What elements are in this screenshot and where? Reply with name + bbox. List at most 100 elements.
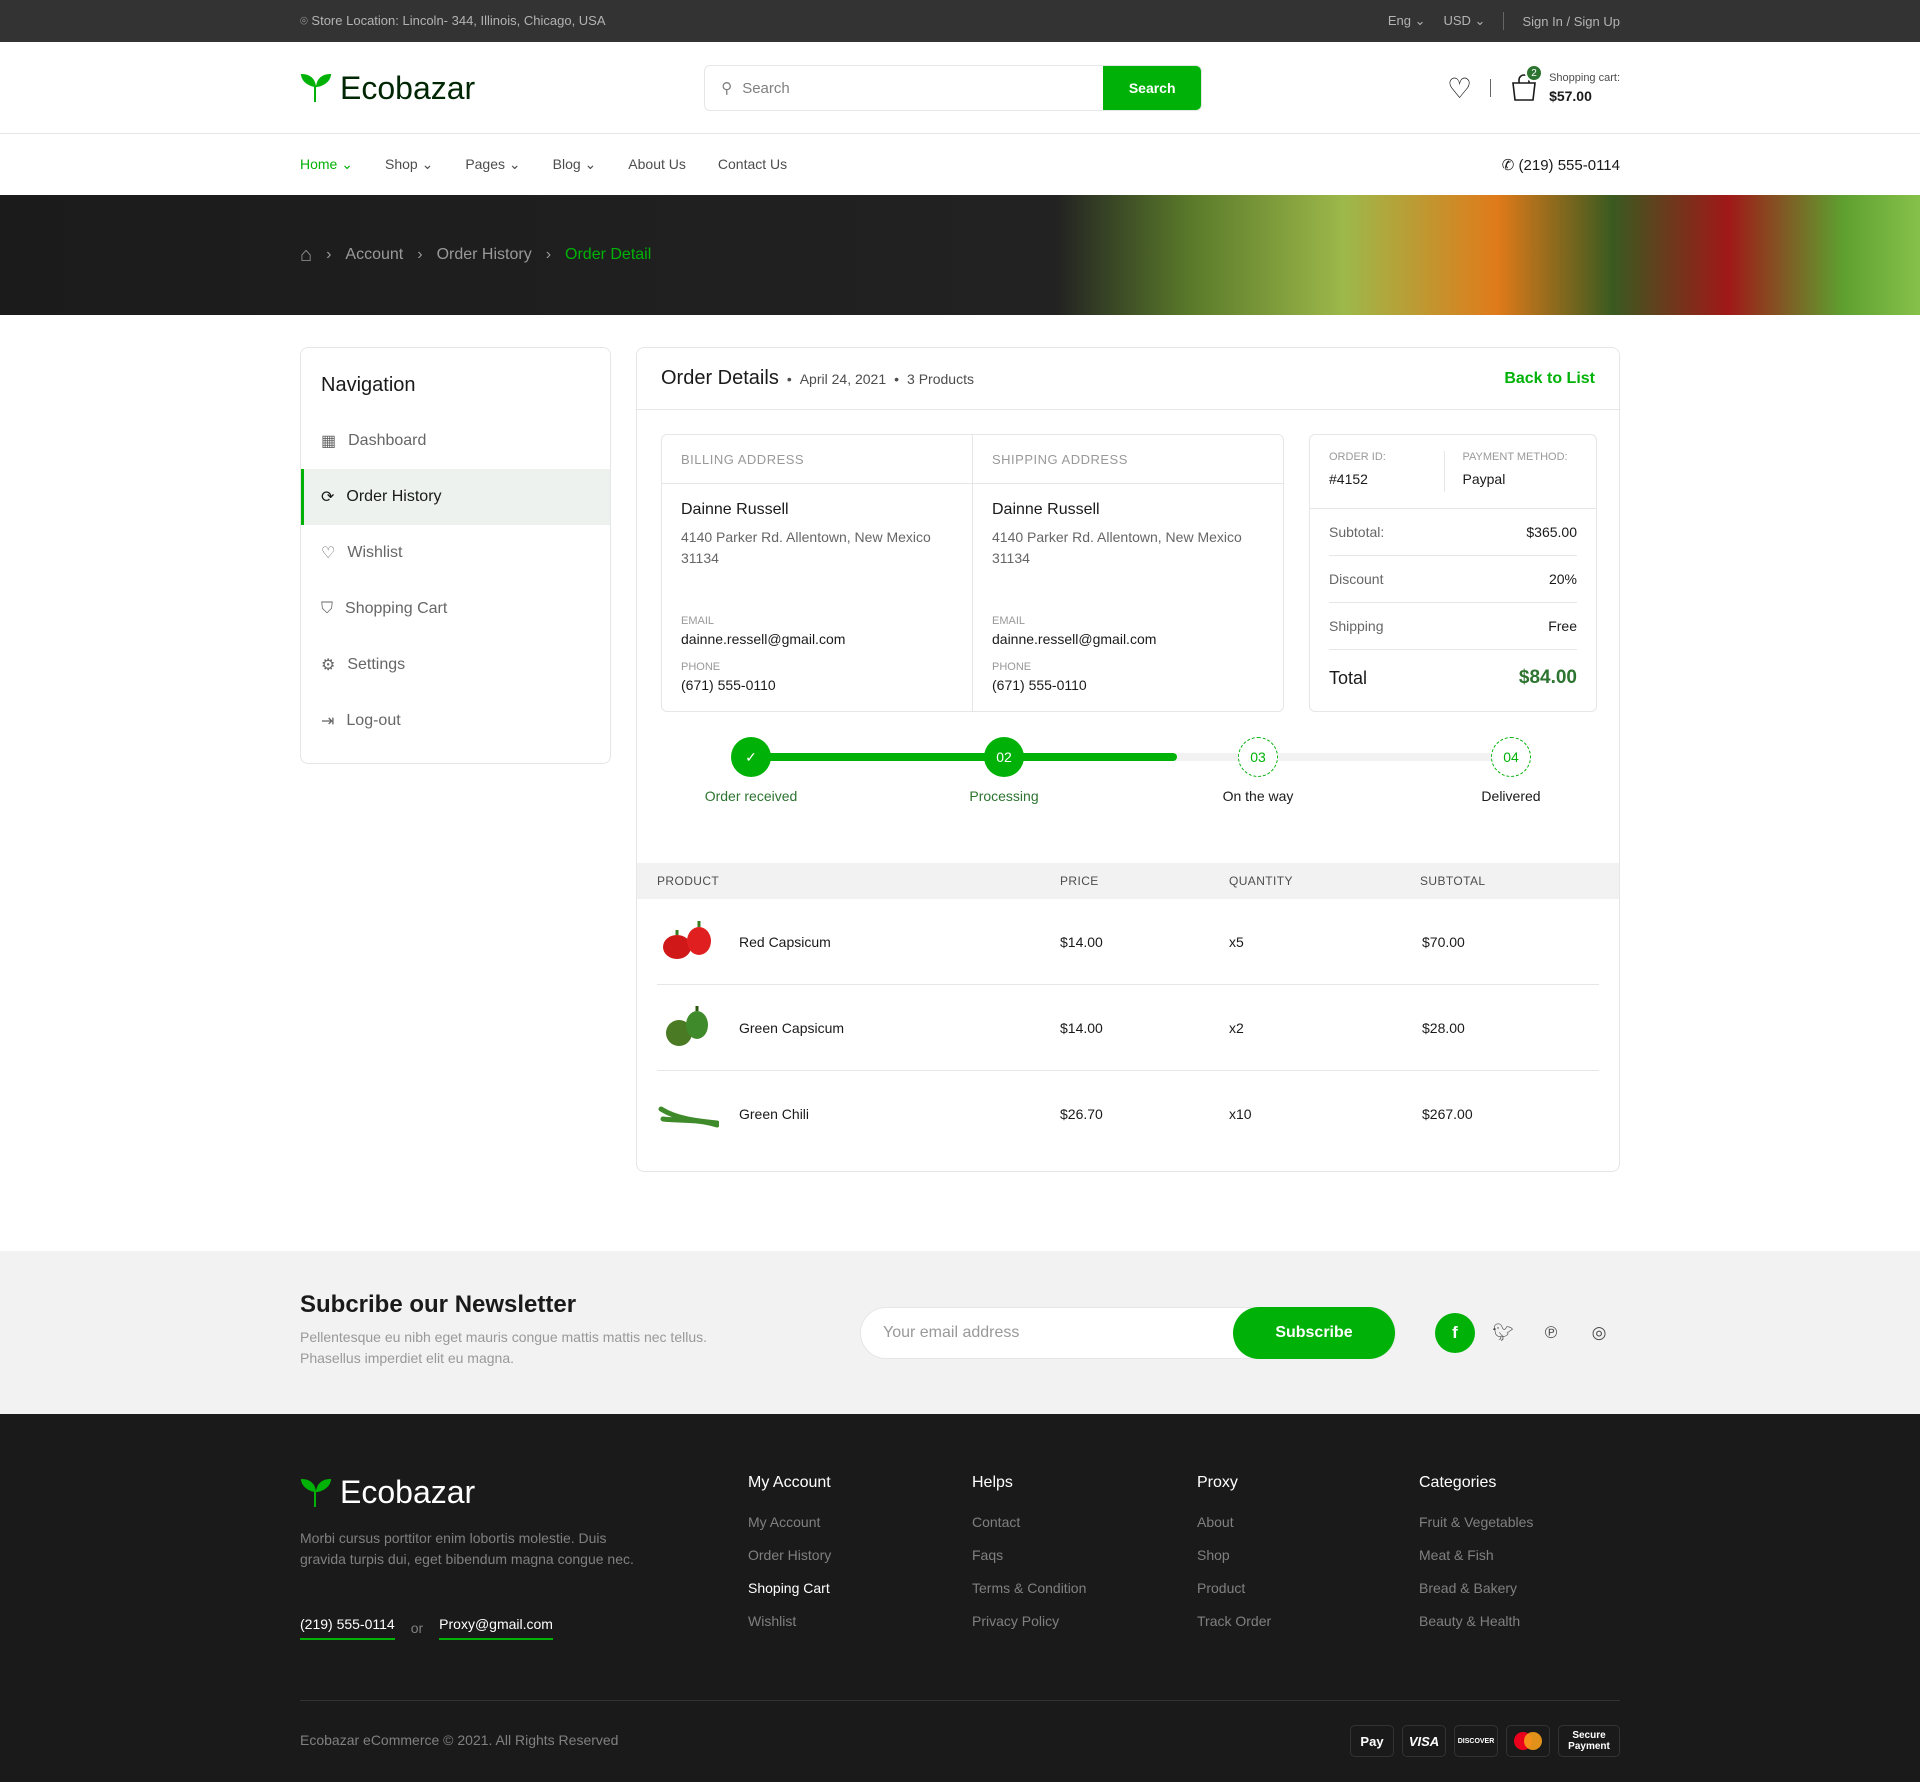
newsletter-section: Subcribe our Newsletter Pellentesque eu … — [0, 1251, 1920, 1414]
order-progress: ✓ Order received 02 Processing 03 On the wa… — [661, 734, 1597, 814]
newsletter-email-input[interactable]: Your email address Subscribe — [860, 1307, 1396, 1359]
footer-col-my-account: My Account My Account Order History Shoping… — [748, 1474, 832, 1630]
heart-icon[interactable]: ♡ — [1447, 72, 1472, 105]
progress-track — [751, 753, 1511, 761]
chevron-right-icon: › — [545, 246, 552, 263]
footer-link[interactable]: Beauty & Health — [1419, 1613, 1533, 1630]
nav-phone[interactable]: ✆ (219) 555-0114 — [1502, 156, 1620, 174]
footer-link[interactable]: Track Order — [1197, 1613, 1271, 1630]
chevron-right-icon: › — [326, 246, 332, 263]
order-header: Order Details • April 24, 2021 • 3 Products B… — [637, 348, 1619, 410]
breadcrumb-banner: ⌂ › Account › Order History › Order Detail — [0, 195, 1920, 315]
pinterest-icon[interactable]: ℗ — [1531, 1313, 1571, 1353]
table-row[interactable]: Green Capsicum $14.00 x2 $28.00 — [657, 985, 1599, 1071]
search-icon: ⚲ — [721, 80, 733, 97]
footer: Ecobazar Morbi cursus porttitor enim lob… — [0, 1414, 1920, 1782]
footer-link[interactable]: Contact — [972, 1514, 1086, 1531]
twitter-icon[interactable]: 🐦︎ — [1483, 1313, 1523, 1353]
green-chili-image — [658, 1106, 719, 1128]
footer-link[interactable]: Terms & Condition — [972, 1580, 1086, 1597]
footer-link[interactable]: Meat & Fish — [1419, 1547, 1533, 1564]
visa-icon: VISA — [1402, 1725, 1446, 1757]
apple-pay-icon: Pay — [1350, 1725, 1394, 1757]
check-icon: ✓ — [731, 737, 771, 777]
footer-link[interactable]: Faqs — [972, 1547, 1086, 1564]
subscribe-button[interactable]: Subscribe — [1233, 1307, 1395, 1359]
or-text: or — [410, 1620, 424, 1636]
footer-link[interactable]: Shop — [1197, 1547, 1271, 1564]
refresh-icon: ⟳ — [321, 489, 335, 506]
nav-pages[interactable]: Pages ⌄ — [465, 156, 520, 173]
order-date: April 24, 2021 — [799, 370, 887, 387]
nav-blog[interactable]: Blog ⌄ — [553, 156, 597, 173]
addresses: BILLING ADDRESS Dainne Russell 4140 Parker… — [661, 434, 1284, 712]
order-id: #4152 — [1329, 471, 1368, 487]
table-header: PRODUCT PRICE QUANTITY SUBTOTAL — [637, 863, 1619, 899]
leaf-icon — [300, 73, 332, 102]
total-value: $84.00 — [1518, 667, 1577, 688]
payment-methods: Pay VISA DISCOVER Secure Payment — [1350, 1725, 1620, 1757]
footer-logo[interactable]: Ecobazar — [300, 1474, 475, 1511]
subtotal-value: $365.00 — [1526, 524, 1577, 540]
search-button[interactable]: Search — [1103, 66, 1202, 110]
footer-phone[interactable]: (219) 555-0114 — [300, 1616, 395, 1640]
sidebar-item-settings[interactable]: ⚙ Settings — [301, 637, 610, 693]
footer-divider — [300, 1700, 1620, 1701]
breadcrumb-order-history[interactable]: Order History — [437, 246, 532, 264]
cart-total: $57.00 — [1549, 88, 1592, 104]
store-location: ⌾ Store Location: Lincoln- 344, Illinois… — [300, 13, 606, 28]
footer-col-helps: Helps Contact Faqs Terms & Condition Privacy… — [972, 1474, 1087, 1630]
currency-select[interactable]: USD ⌄ — [1443, 13, 1485, 29]
secure-payment-badge: Secure Payment — [1558, 1725, 1620, 1757]
sidebar-item-shopping-cart[interactable]: ⛉ Shopping Cart — [301, 581, 610, 637]
cart-label: Shopping cart: — [1549, 72, 1620, 84]
step-order-received: ✓ Order received — [671, 734, 831, 804]
logo[interactable]: Ecobazar — [300, 70, 475, 107]
back-to-list-link[interactable]: Back to List — [1504, 370, 1595, 388]
newsletter-text: Pellentesque eu nibh eget mauris congue … — [300, 1329, 708, 1366]
order-product-count: 3 Products — [907, 370, 974, 387]
breadcrumb-account[interactable]: Account — [345, 246, 403, 264]
nav-contact[interactable]: Contact Us — [718, 156, 787, 173]
bag-icon: ⛉ — [321, 600, 334, 617]
step-delivered: 04 Delivered — [1431, 734, 1591, 804]
sidebar-item-dashboard[interactable]: ▦ Dashboard — [301, 413, 610, 469]
footer-link[interactable]: Order History — [748, 1547, 831, 1564]
footer-link[interactable]: My Account — [748, 1514, 831, 1531]
home-icon[interactable]: ⌂ — [300, 244, 312, 267]
billing-address: BILLING ADDRESS Dainne Russell 4140 Parker… — [662, 435, 972, 711]
sidebar-item-wishlist[interactable]: ♡ Wishlist — [301, 525, 610, 581]
footer-link[interactable]: Wishlist — [748, 1613, 831, 1630]
footer-col-categories: Categories Fruit & Vegetables Meat & Fish B… — [1419, 1474, 1534, 1630]
table-row[interactable]: Green Chili $26.70 x10 $267.00 — [657, 1071, 1599, 1157]
language-select[interactable]: Eng ⌄ — [1388, 13, 1426, 29]
footer-link[interactable]: Product — [1197, 1580, 1271, 1597]
chevron-right-icon: › — [417, 246, 423, 263]
order-summary: ORDER ID: #4152 PAYMENT METHOD: Paypal Subt… — [1309, 434, 1597, 712]
green-capsicum-image — [666, 1005, 708, 1046]
divider — [1490, 79, 1492, 97]
shopping-cart[interactable]: 2 Shopping cart: $57.00 — [1509, 64, 1620, 104]
footer-link[interactable]: Bread & Bakery — [1419, 1580, 1533, 1597]
footer-link[interactable]: About — [1197, 1514, 1271, 1531]
table-row[interactable]: Red Capsicum $14.00 x5 $70.00 — [657, 899, 1599, 985]
footer-col-proxy: Proxy About Shop Product Track Order — [1197, 1474, 1272, 1630]
nav-about[interactable]: About Us — [628, 156, 686, 173]
facebook-icon[interactable]: f — [1435, 1313, 1475, 1353]
main-nav: Home ⌄ Shop ⌄ Pages ⌄ Blog ⌄ About Us Co… — [0, 134, 1920, 195]
footer-link[interactable]: Privacy Policy — [972, 1613, 1086, 1630]
step-on-the-way: 03 On the way — [1178, 734, 1338, 804]
location-text: Store Location: Lincoln- 344, Illinois, … — [311, 13, 606, 28]
footer-link[interactable]: Fruit & Vegetables — [1419, 1514, 1533, 1531]
sidebar-item-logout[interactable]: ⇥ Log-out — [301, 693, 610, 749]
sign-in-link[interactable]: Sign In / Sign Up — [1522, 14, 1620, 29]
nav-shop[interactable]: Shop ⌄ — [385, 156, 433, 173]
search-input[interactable]: ⚲ Search — [705, 66, 1103, 110]
footer-link[interactable]: Shoping Cart — [748, 1580, 831, 1597]
order-details-card: Order Details • April 24, 2021 • 3 Products B… — [636, 347, 1620, 1172]
leaf-icon — [300, 1478, 332, 1507]
sidebar-item-order-history[interactable]: ⟳ Order History — [301, 469, 610, 525]
instagram-icon[interactable]: ◎ — [1579, 1313, 1619, 1353]
nav-home[interactable]: Home ⌄ — [300, 156, 353, 173]
footer-email[interactable]: Proxy@gmail.com — [439, 1616, 553, 1640]
